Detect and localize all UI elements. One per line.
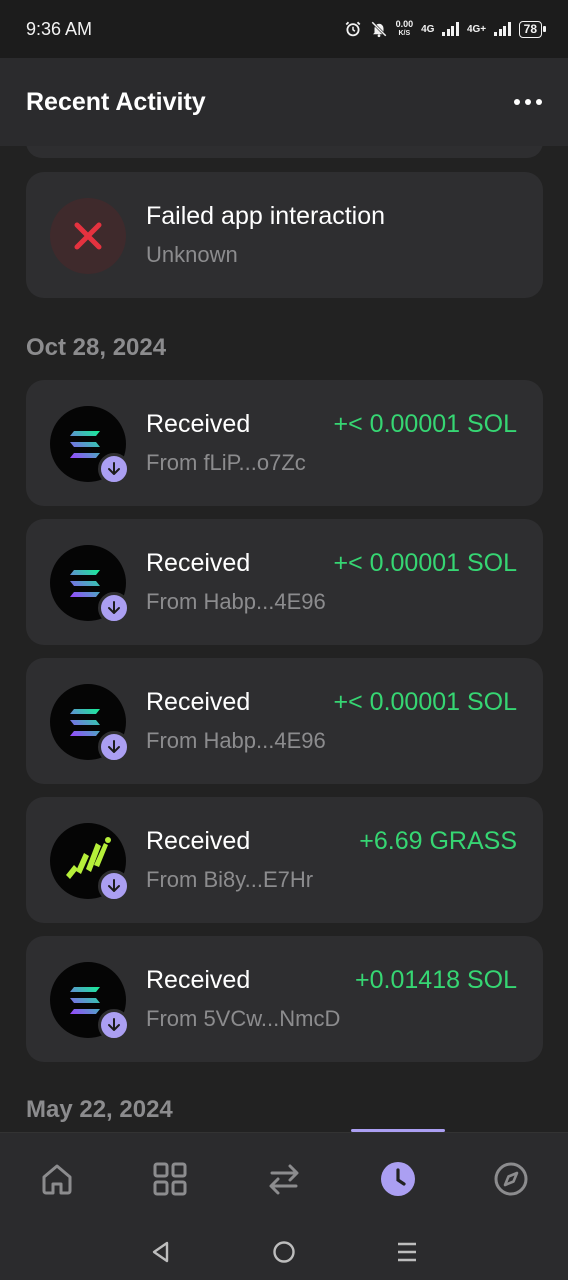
nav-collectibles[interactable] [130,1139,210,1219]
status-icons: 0.00 K/S 4G 4G+ 78 [344,20,547,38]
activity-amount: +< 0.00001 SOL [333,410,517,438]
swap-arrows-icon [269,1164,299,1194]
network-type-1: 4G [421,23,435,35]
more-horizontal-icon [514,99,520,105]
arrow-down-icon [108,879,120,892]
activity-subtitle: Unknown [146,242,238,267]
activity-item[interactable]: Received From fLiP...o7Zc +< 0.00001 SOL [26,380,543,506]
page-title: Recent Activity [26,87,206,116]
received-badge [98,592,130,624]
nav-home[interactable] [17,1139,97,1219]
net-speed: 0.00 K/S [396,20,414,38]
grid-icon [153,1162,187,1195]
home-icon [42,1164,72,1194]
activity-item[interactable]: Received From Habp...4E96 +< 0.00001 SOL [26,519,543,645]
arrow-down-icon [108,601,120,614]
activity-from: From Bi8y...E7Hr [146,867,314,892]
activity-title: Received [146,966,251,994]
activity-title: Received [146,410,251,438]
date-header: Oct 28, 2024 [26,334,167,361]
arrow-down-icon [108,462,120,475]
activity-from: From 5VCw...NmcD [146,1006,341,1031]
activity-title: Received [146,549,251,577]
arrow-down-icon [108,1018,120,1031]
activity-title: Failed app interaction [146,202,386,230]
nav-activity[interactable] [350,1128,445,1219]
activity-list[interactable]: Failed app interaction Unknown Oct 28, 2… [0,146,568,1132]
date-header: May 22, 2024 [26,1096,173,1123]
x-icon [74,222,102,250]
back-icon[interactable] [149,1240,173,1264]
compass-icon [494,1162,528,1195]
partial-activity-card[interactable] [26,146,543,158]
arrow-down-icon [108,740,120,753]
received-badge [98,1009,130,1041]
recents-menu-icon[interactable] [395,1240,419,1264]
bottom-nav [0,1128,568,1224]
nav-explore[interactable] [471,1139,551,1219]
mute-bell-icon [370,21,387,38]
activity-item-failed[interactable]: Failed app interaction Unknown [26,172,543,298]
activity-amount: +< 0.00001 SOL [333,549,517,577]
activity-title: Received [146,827,251,855]
battery-icon: 78 [518,20,547,38]
system-nav-bar [0,1224,568,1280]
activity-from: From fLiP...o7Zc [146,450,306,475]
activity-from: From Habp...4E96 [146,728,326,753]
network-type-2: 4G+ [466,23,487,35]
activity-amount: +0.01418 SOL [355,966,517,994]
activity-from: From Habp...4E96 [146,589,326,614]
signal-icon [442,22,459,36]
status-bar: 9:36 AM 0.00 K/S 4G 4G+ 78 [0,0,568,58]
status-time: 9:36 AM [26,18,93,39]
alarm-icon [345,21,360,37]
activity-title: Received [146,688,251,716]
activity-item[interactable]: Received From Bi8y...E7Hr +6.69 GRASS [26,797,543,923]
net-speed-unit: K/S [398,30,411,37]
home-circle-icon[interactable] [272,1240,296,1264]
activity-item[interactable]: Received From 5VCw...NmcD +0.01418 SOL [26,936,543,1062]
received-badge [98,731,130,763]
clock-icon [380,1161,415,1196]
signal-icon-2 [494,22,511,36]
nav-swap[interactable] [244,1139,324,1219]
activity-amount: +< 0.00001 SOL [333,688,517,716]
activity-item[interactable]: Received From Habp...4E96 +< 0.00001 SOL [26,658,543,784]
received-badge [98,870,130,902]
failed-avatar [50,198,126,274]
net-speed-value: 0.00 [395,19,414,29]
received-badge [98,453,130,485]
activity-amount: +6.69 GRASS [359,827,517,855]
app-header: Recent Activity [0,58,568,146]
more-options-button[interactable] [506,91,542,113]
